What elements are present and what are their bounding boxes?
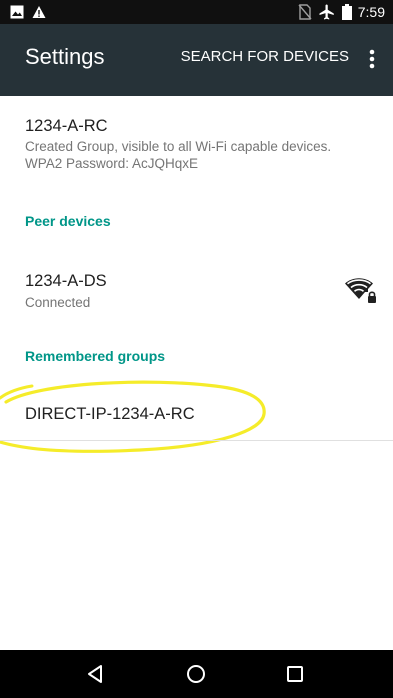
navigation-bar <box>0 650 393 698</box>
status-time: 7:59 <box>357 4 385 20</box>
page-title: Settings <box>25 44 105 69</box>
back-button[interactable] <box>81 660 109 688</box>
remembered-group-name: DIRECT-IP-1234-A-RC <box>25 405 195 423</box>
no-sim-icon <box>298 4 312 20</box>
recents-button[interactable] <box>281 660 309 688</box>
peer-device-item[interactable]: 1234-A-DS Connected <box>25 271 373 311</box>
more-options-button[interactable] <box>361 42 383 76</box>
wifi-lock-icon <box>345 278 376 303</box>
home-button[interactable] <box>182 660 210 688</box>
more-vert-icon <box>369 49 375 69</box>
remembered-groups-header: Remembered groups <box>25 348 166 364</box>
my-device-item[interactable]: 1234-A-RC Created Group, visible to all … <box>25 116 373 172</box>
warning-icon <box>32 6 46 18</box>
app-bar: Settings SEARCH FOR DEVICES <box>0 24 393 96</box>
peer-device-name: 1234-A-DS <box>25 272 107 290</box>
remembered-group-item[interactable]: DIRECT-IP-1234-A-RC <box>25 404 373 424</box>
status-left-icons <box>10 4 46 20</box>
my-device-password: WPA2 Password: AcJQHqxE <box>25 156 199 171</box>
status-bar: 7:59 <box>0 0 393 24</box>
search-for-devices-button[interactable]: SEARCH FOR DEVICES <box>181 48 349 65</box>
back-icon <box>88 665 102 683</box>
my-device-status: Created Group, visible to all Wi-Fi capa… <box>25 139 332 154</box>
home-icon <box>187 665 205 683</box>
list-divider <box>0 440 393 441</box>
image-icon <box>10 5 24 19</box>
battery-icon <box>341 4 352 20</box>
peer-devices-header: Peer devices <box>25 213 111 229</box>
airplane-mode-icon <box>319 4 334 20</box>
my-device-name: 1234-A-RC <box>25 117 108 135</box>
status-right-icons: 7:59 <box>298 0 385 24</box>
peer-device-status: Connected <box>25 295 91 310</box>
recents-icon <box>287 666 303 682</box>
